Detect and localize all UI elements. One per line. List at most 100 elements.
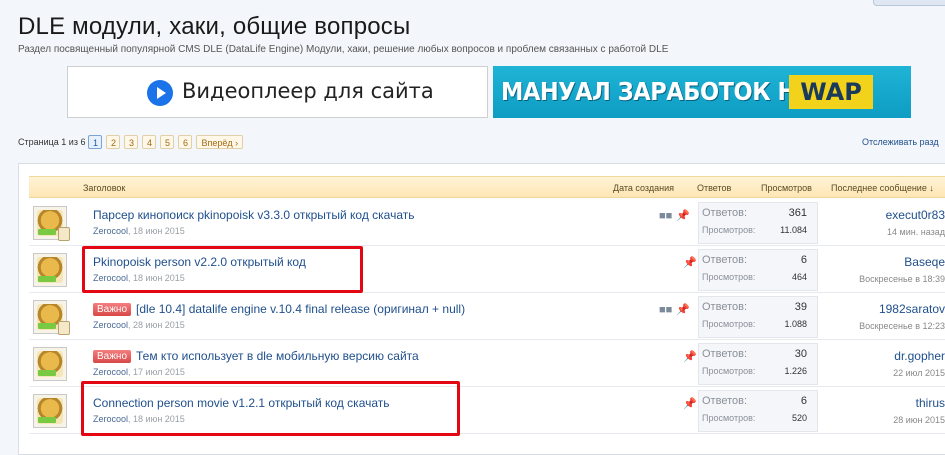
replies-count: 30 xyxy=(794,348,807,360)
thread-meta: Zerocool, 18 июн 2015 xyxy=(93,226,185,236)
highlight-box-row-2 xyxy=(82,246,363,293)
thread-date: 18 июн 2015 xyxy=(133,226,185,236)
last-post-date[interactable]: 14 мин. назад xyxy=(819,227,945,237)
banner-wap-manual[interactable]: МАНУАЛ ЗАРАБОТОК НА WAP xyxy=(493,66,911,118)
pin-icon: 📌 xyxy=(676,210,690,222)
pin-icon: 📌 xyxy=(683,398,697,410)
page-link-2[interactable]: 2 xyxy=(106,135,121,149)
thread-icons: ■■ 📌 xyxy=(659,209,690,222)
avatar[interactable] xyxy=(33,206,70,241)
replies-count: 6 xyxy=(800,254,807,266)
thread-meta: Zerocool, 28 июн 2015 xyxy=(93,320,185,330)
highlight-box-row-5 xyxy=(81,381,460,436)
page-link-3[interactable]: 3 xyxy=(124,135,139,149)
thread-meta: Zerocool, 17 июл 2015 xyxy=(93,367,185,377)
page-link-5[interactable]: 5 xyxy=(160,135,175,149)
last-post-user[interactable]: Baseqe xyxy=(819,255,945,269)
pin-icon: 📌 xyxy=(683,351,697,363)
views-count: 1.088 xyxy=(784,319,807,329)
views-label: Просмотров: xyxy=(702,272,756,282)
avatar[interactable] xyxy=(33,300,70,335)
thread-author[interactable]: Zerocool xyxy=(93,320,128,330)
thread-title-link[interactable]: Парсер кинопоиск pkinopoisk v3.3.0 откры… xyxy=(93,208,415,222)
replies-count: 39 xyxy=(794,301,807,313)
views-count: 11.084 xyxy=(780,225,807,235)
thread-icons: ■■ 📌 xyxy=(659,303,690,316)
last-post-user[interactable]: dr.gopher xyxy=(819,349,945,363)
avatar[interactable] xyxy=(33,347,67,381)
thread-stats: Ответов: 30 Просмотров: 1.226 xyxy=(698,343,818,385)
pin-icon: 📌 xyxy=(676,304,690,316)
thread-icons: 📌 xyxy=(679,350,697,363)
pagination: Страница 1 из 6 1 2 3 4 5 6 Вперёд › xyxy=(18,134,247,150)
thread-author[interactable]: Zerocool xyxy=(93,367,128,377)
last-post-date[interactable]: 22 июл 2015 xyxy=(819,368,945,378)
replies-label: Ответов: xyxy=(702,207,747,219)
thread-list-header: Заголовок Дата создания Ответов Просмотр… xyxy=(29,176,945,198)
last-post-user[interactable]: thirus xyxy=(819,396,945,410)
page-link-6[interactable]: 6 xyxy=(178,135,193,149)
avatar[interactable] xyxy=(33,253,67,287)
header-views[interactable]: Просмотров xyxy=(761,183,812,193)
views-count: 1.226 xyxy=(784,366,807,376)
views-label: Просмотров: xyxy=(702,319,756,329)
last-post-user[interactable]: 1982saratov xyxy=(819,302,945,316)
thread-title: Тем кто использует в dle мобильную верси… xyxy=(136,349,419,363)
thread-title-link[interactable]: Важно Тем кто использует в dle мобильную … xyxy=(93,349,419,363)
banner-left-text: Видеоплеер для сайта xyxy=(182,79,434,103)
thread-author[interactable]: Zerocool xyxy=(93,226,128,236)
views-label: Просмотров: xyxy=(702,225,756,235)
thread-row: Важно Тем кто использует в dle мобильную … xyxy=(29,340,945,387)
next-page-button[interactable]: Вперёд › xyxy=(196,135,244,149)
page-link-4[interactable]: 4 xyxy=(142,135,157,149)
thread-title: [dle 10.4] datalife engine v.10.4 final … xyxy=(136,302,466,316)
important-badge: Важно xyxy=(93,350,132,363)
replies-label: Ответов: xyxy=(702,348,747,360)
views-count: 464 xyxy=(791,272,807,282)
play-icon xyxy=(147,80,173,106)
thread-stats: Ответов: 361 Просмотров: 11.084 xyxy=(698,202,818,244)
multipage-icon[interactable]: ■■ xyxy=(659,210,672,222)
important-badge: Важно xyxy=(93,303,132,316)
last-post-date[interactable]: Воскресенье в 12:23 xyxy=(819,321,945,331)
forum-description: Раздел посвященный популярной CMS DLE (D… xyxy=(18,44,669,55)
multipage-icon[interactable]: ■■ xyxy=(659,304,672,316)
banner-wap-label: WAP xyxy=(789,75,873,109)
replies-label: Ответов: xyxy=(702,395,747,407)
last-post: Baseqe Воскресенье в 18:39 xyxy=(819,255,945,284)
last-post-user[interactable]: execut0r83 xyxy=(819,208,945,222)
page-link-1[interactable]: 1 xyxy=(88,135,103,149)
forum-title: DLE модули, хаки, общие вопросы xyxy=(18,13,411,40)
thread-title: Парсер кинопоиск pkinopoisk v3.3.0 откры… xyxy=(93,208,415,222)
banner-video-player[interactable]: Видеоплеер для сайта xyxy=(67,66,488,118)
replies-count: 6 xyxy=(800,395,807,407)
thread-date: 17 июл 2015 xyxy=(133,367,185,377)
thread-icons: 📌 xyxy=(679,397,697,410)
top-right-tab[interactable] xyxy=(873,0,945,6)
last-post-date[interactable]: Воскресенье в 18:39 xyxy=(819,274,945,284)
last-post-date[interactable]: 28 июн 2015 xyxy=(819,415,945,425)
thread-row: Важно [dle 10.4] datalife engine v.10.4 f… xyxy=(29,293,945,340)
thread-icons: 📌 xyxy=(679,256,697,269)
pin-icon: 📌 xyxy=(683,257,697,269)
thread-stats: Ответов: 39 Просмотров: 1.088 xyxy=(698,296,818,338)
last-post: 1982saratov Воскресенье в 12:23 xyxy=(819,302,945,331)
last-post: thirus 28 июн 2015 xyxy=(819,396,945,425)
last-post: dr.gopher 22 июл 2015 xyxy=(819,349,945,378)
thread-date: 28 июн 2015 xyxy=(133,320,185,330)
header-replies[interactable]: Ответов xyxy=(697,183,731,193)
thread-row: Парсер кинопоиск pkinopoisk v3.3.0 откры… xyxy=(29,199,945,246)
views-count: 520 xyxy=(791,413,807,423)
thread-title-link[interactable]: Важно [dle 10.4] datalife engine v.10.4 f… xyxy=(93,302,465,316)
replies-label: Ответов: xyxy=(702,301,747,313)
views-label: Просмотров: xyxy=(702,413,756,423)
pagination-label: Страница 1 из 6 xyxy=(18,137,86,147)
watch-forum-link[interactable]: Отслеживать разд xyxy=(862,137,939,147)
thread-stats: Ответов: 6 Просмотров: 464 xyxy=(698,249,818,291)
header-last-post[interactable]: Последнее сообщение ↓ xyxy=(831,183,934,193)
thread-stats: Ответов: 6 Просмотров: 520 xyxy=(698,390,818,432)
header-title[interactable]: Заголовок xyxy=(83,183,125,193)
avatar[interactable] xyxy=(33,394,67,428)
header-created[interactable]: Дата создания xyxy=(613,183,674,193)
replies-count: 361 xyxy=(788,207,807,219)
